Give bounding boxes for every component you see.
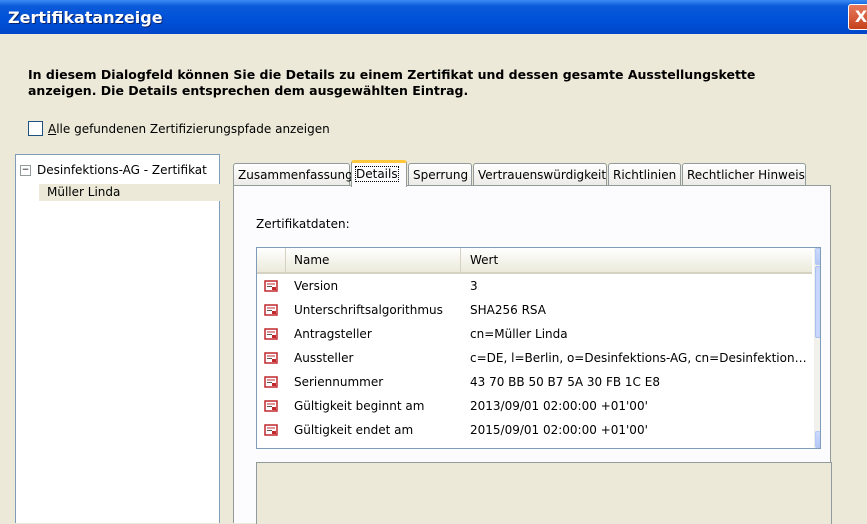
table-row[interactable]: Version 3: [257, 275, 812, 299]
list-header: Name Wert: [257, 248, 812, 274]
scroll-up-button[interactable]: ▲: [815, 248, 821, 265]
tree-root-item[interactable]: − Desinfektions-AG - Zertifikat: [20, 163, 207, 177]
vertical-scrollbar[interactable]: ▲ ▼: [814, 248, 821, 448]
tab-zusammenfassung[interactable]: Zusammenfassung: [233, 163, 353, 185]
table-row[interactable]: Gültigkeit beginnt am 2013/09/01 02:00:00…: [257, 395, 812, 419]
field-value: 2013/09/01 02:00:00 +01'00': [470, 399, 648, 413]
field-name: Seriennummer: [294, 375, 384, 389]
table-row[interactable]: Seriennummer 43 70 BB 50 B7 5A 30 FB 1C E…: [257, 371, 812, 395]
column-header-name[interactable]: Name: [286, 248, 461, 272]
field-name: Gültigkeit endet am: [294, 423, 414, 437]
field-value: cn=Müller Linda: [470, 327, 568, 341]
table-row[interactable]: Gültigkeit endet am 2015/09/01 02:00:00 +…: [257, 419, 812, 443]
certificate-field-icon: [264, 328, 278, 340]
show-all-paths-checkbox[interactable]: [28, 121, 43, 136]
icon-column-header[interactable]: [257, 248, 286, 272]
tree-root-label: Desinfektions-AG - Zertifikat: [37, 163, 207, 177]
certificate-field-icon: [264, 280, 278, 292]
window-title: Zertifikatanzeige: [8, 8, 163, 27]
scroll-thumb[interactable]: [815, 266, 821, 338]
details-panel: Zertifikatdaten: Name Wert Version 3 Unter…: [233, 185, 832, 524]
certificate-field-icon: [264, 424, 278, 436]
close-button[interactable]: X: [848, 4, 867, 30]
show-all-paths-label[interactable]: Alle gefundenen Zertifizierungspfade anz…: [48, 122, 330, 136]
field-name: Antragsteller: [294, 327, 372, 341]
field-value: 43 70 BB 50 B7 5A 30 FB 1C E8: [470, 375, 660, 389]
field-name: Version: [294, 279, 339, 293]
tab-richtlinien[interactable]: Richtlinien: [608, 163, 681, 185]
dialog-description: In diesem Dialogfeld können Sie die Deta…: [28, 67, 756, 98]
collapse-icon[interactable]: −: [20, 164, 31, 176]
certificate-field-icon: [264, 376, 278, 388]
field-value: SHA256 RSA: [470, 303, 546, 317]
certificate-field-icon: [264, 400, 278, 412]
title-bar: Zertifikatanzeige X: [0, 0, 867, 34]
field-value: 2015/09/01 02:00:00 +01'00': [470, 423, 648, 437]
certificate-field-icon: [264, 304, 278, 316]
certificate-fields-list[interactable]: Name Wert Version 3 Unterschriftsalgorithm…: [256, 247, 821, 449]
column-header-value[interactable]: Wert: [462, 248, 812, 272]
tab-details[interactable]: Details: [351, 160, 407, 187]
close-icon: X: [854, 7, 867, 26]
grip-icon: [820, 299, 821, 300]
certificate-data-label: Zertifikatdaten:: [256, 217, 350, 231]
tree-child-item[interactable]: Müller Linda: [39, 184, 225, 201]
field-name: Gültigkeit beginnt am: [294, 399, 425, 413]
scroll-down-button[interactable]: ▼: [815, 431, 821, 448]
table-row[interactable]: Antragsteller cn=Müller Linda: [257, 323, 812, 347]
certificate-path-tree[interactable]: − Desinfektions-AG - Zertifikat Müller L…: [15, 154, 225, 523]
field-name: Unterschriftsalgorithmus: [294, 303, 443, 317]
tab-rechtlicher-hinweis[interactable]: Rechtlicher Hinweis: [682, 163, 806, 185]
field-value: c=DE, l=Berlin, o=Desinfektions-AG, cn=D…: [470, 351, 810, 365]
tab-vertrauenswuerdigkeit[interactable]: Vertrauenswürdigkeit: [473, 163, 607, 185]
scroll-down-icon: ▼: [820, 434, 821, 444]
show-all-paths-checkbox-row[interactable]: Alle gefundenen Zertifizierungspfade anz…: [28, 121, 330, 136]
scroll-up-icon: ▲: [820, 251, 821, 261]
certificate-field-icon: [264, 352, 278, 364]
field-detail-box[interactable]: [256, 462, 832, 524]
tab-sperrung[interactable]: Sperrung: [408, 163, 472, 185]
table-row[interactable]: Aussteller c=DE, l=Berlin, o=Desinfektion…: [257, 347, 812, 371]
field-name: Aussteller: [294, 351, 354, 365]
field-value: 3: [470, 279, 478, 293]
table-row[interactable]: Unterschriftsalgorithmus SHA256 RSA: [257, 299, 812, 323]
